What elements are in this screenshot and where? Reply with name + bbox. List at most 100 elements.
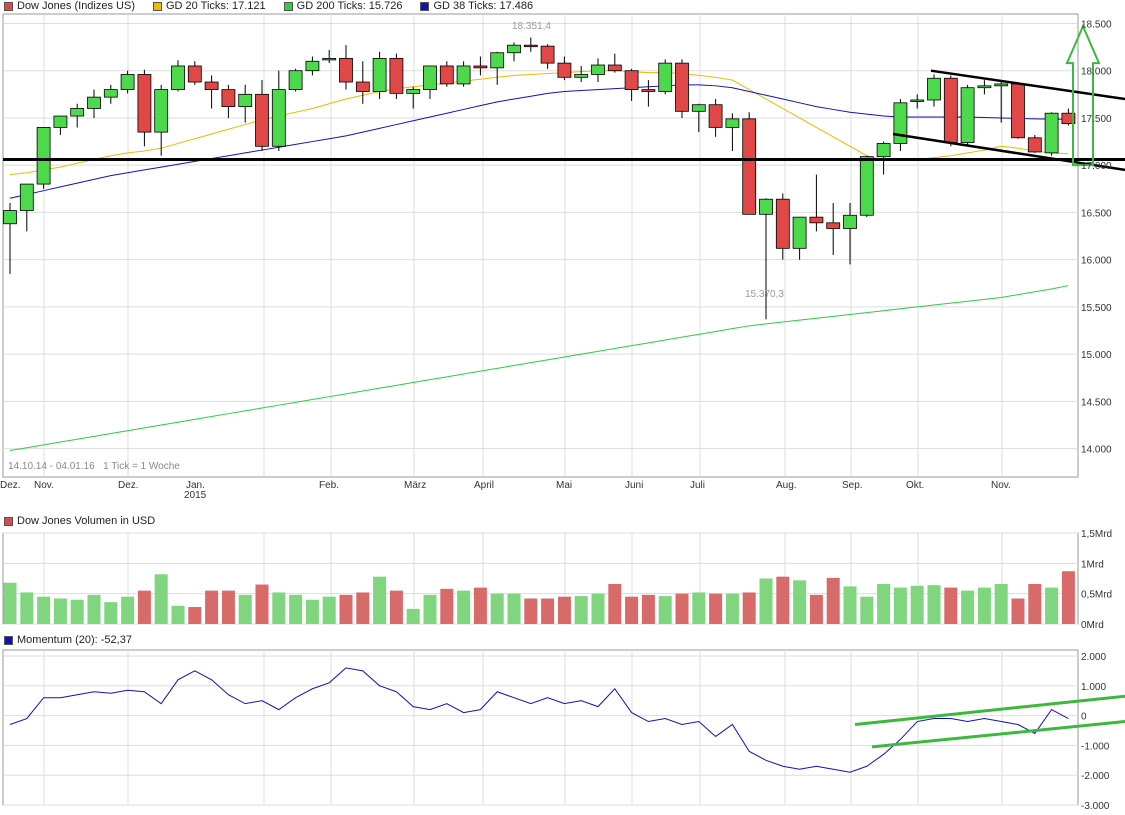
- volume-bar: [53, 598, 67, 624]
- volume-y-axis: 1,5Mrd 1Mrd 0,5Mrd 0Mrd: [1081, 529, 1112, 631]
- volume-bar: [725, 593, 739, 624]
- momentum-y-tick-label: 1.000: [1081, 682, 1106, 693]
- chart-canvas: 18.500 18.000 17.500 17.000 16.500 16.000 15.5…: [0, 13, 1125, 812]
- price-period-info: 14.10.14 - 04.01.16 1 Tick = 1 Woche: [8, 461, 180, 472]
- candle: [1044, 112, 1059, 156]
- volume-bar: [339, 594, 353, 624]
- candle-body-up: [322, 58, 337, 61]
- volume-bar: [104, 602, 118, 624]
- candle-body-up: [792, 216, 807, 249]
- candle-body-up: [3, 210, 17, 225]
- volume-bar: [137, 590, 151, 624]
- candle-body-up: [238, 93, 253, 108]
- candle-body-up: [372, 58, 387, 92]
- volume-bar: [70, 599, 84, 624]
- candle-body-up: [120, 74, 135, 90]
- momentum-y-tick-label: -3.000: [1081, 801, 1110, 812]
- volume-bar: [221, 590, 235, 624]
- candle-body-down: [624, 70, 639, 90]
- candle-body-up: [574, 74, 589, 78]
- volume-bar: [776, 576, 790, 624]
- candle: [1027, 134, 1042, 153]
- x-axis-month-label: Juli: [690, 480, 705, 491]
- candle-body-down: [607, 64, 622, 72]
- volume-bar: [557, 596, 571, 624]
- candle-body-down: [775, 198, 790, 249]
- candle-body-up: [994, 83, 1009, 87]
- price-y-tick-label: 14.000: [1081, 445, 1112, 456]
- momentum-panel-frame: [2, 649, 1079, 806]
- candle-body-down: [204, 81, 219, 90]
- candle: [658, 59, 673, 95]
- candle: [288, 68, 303, 92]
- price-y-tick-label: 15.000: [1081, 350, 1112, 361]
- volume-bar: [507, 593, 521, 624]
- volume-y-tick-label: 1Mrd: [1081, 559, 1104, 570]
- volume-bar: [843, 586, 857, 624]
- price-y-tick-label: 16.500: [1081, 208, 1112, 219]
- candle: [943, 75, 958, 147]
- volume-bar: [809, 594, 823, 624]
- candle-body-up: [759, 198, 773, 215]
- candle-body-up: [423, 65, 437, 90]
- volume-bar: [121, 596, 135, 624]
- volume-bar: [423, 594, 437, 624]
- momentum-y-tick-label: 2.000: [1081, 652, 1106, 663]
- candle-body-down: [473, 65, 488, 69]
- price-y-axis: 18.500 18.000 17.500 17.000 16.500 16.000 15.5…: [1081, 19, 1112, 455]
- candle: [859, 155, 874, 218]
- volume-bar: [574, 596, 588, 624]
- price-y-tick-label: 17.000: [1081, 161, 1112, 172]
- x-axis-month-label: Dez.: [0, 480, 21, 491]
- volume-bar: [961, 590, 975, 624]
- volume-bar: [994, 583, 1008, 624]
- volume-bar: [356, 592, 370, 624]
- volume-bar: [272, 592, 286, 624]
- candle-body-down: [439, 65, 454, 85]
- volume-y-tick-label: 1,5Mrd: [1081, 529, 1112, 540]
- candle-body-up: [977, 85, 992, 89]
- candle-body-up: [859, 156, 874, 216]
- candle-body-down: [742, 118, 757, 215]
- candle-body-down: [187, 65, 202, 83]
- x-axis-month-label: April: [474, 480, 494, 491]
- candle-body-up: [843, 214, 857, 229]
- candle-body-down: [557, 62, 572, 78]
- candle-body-down: [339, 58, 353, 83]
- x-axis-month-label: Nov.: [34, 480, 54, 491]
- candle-body-down: [137, 74, 152, 133]
- volume-bar: [709, 593, 723, 624]
- candle-body-down: [355, 81, 370, 92]
- x-axis-month-label: Aug.: [776, 480, 797, 491]
- x-axis-month-label: Okt.: [906, 480, 924, 491]
- candle-body-down: [540, 45, 555, 64]
- volume-bar: [524, 598, 538, 624]
- volume-bar: [860, 596, 874, 624]
- candle-body-up: [591, 64, 605, 75]
- candle: [893, 99, 908, 152]
- volume-bar: [944, 587, 958, 624]
- x-axis-month-label: Juni: [625, 480, 643, 491]
- x-axis-month-label: Nov.: [991, 480, 1011, 491]
- candle-body-up: [507, 44, 521, 54]
- volume-bar: [457, 590, 471, 624]
- candle-body-down: [523, 44, 538, 48]
- volume-bar: [322, 596, 336, 624]
- momentum-y-axis: 2.000 1.000 0 -1.000 -2.000 -3.000: [1081, 652, 1110, 812]
- volume-bar: [20, 592, 34, 624]
- candle-body-up: [36, 126, 51, 185]
- volume-bar: [977, 587, 991, 624]
- candle: [389, 53, 404, 100]
- candle-body-down: [255, 93, 269, 147]
- candle-body-up: [893, 102, 908, 144]
- volume-bar: [87, 594, 101, 624]
- candle-body-down: [943, 77, 958, 143]
- momentum-panel: 2.000 1.000 0 -1.000 -2.000 -3.000: [2, 649, 1125, 812]
- volume-bar: [927, 585, 941, 624]
- x-axis-month-label: März: [404, 480, 426, 491]
- volume-bar: [608, 583, 622, 624]
- candle-body-up: [53, 115, 68, 128]
- candle-body-up: [876, 143, 891, 158]
- volume-bar: [658, 596, 672, 624]
- volume-panel: 1,5Mrd 1Mrd 0,5Mrd 0Mrd: [2, 529, 1112, 631]
